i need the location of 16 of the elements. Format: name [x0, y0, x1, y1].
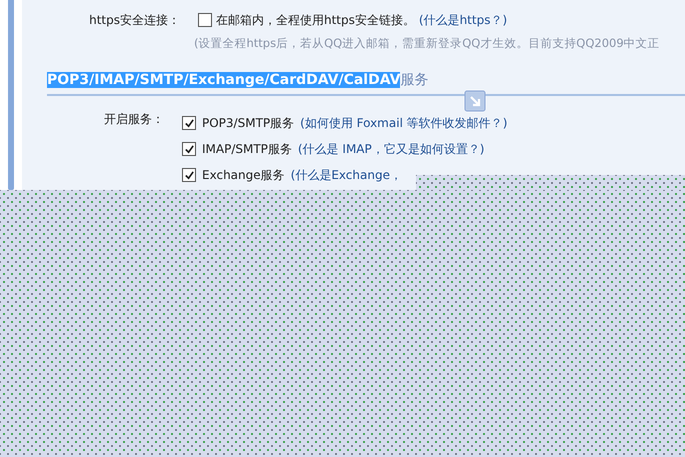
checkbox[interactable] — [198, 13, 212, 27]
option-label: IMAP/SMTP服务 — [202, 140, 292, 158]
field-label: https安全连接： — [88, 12, 181, 29]
help-link[interactable]: (什么是 IMAP，它又是如何设置？) — [298, 140, 484, 158]
checkbox[interactable] — [182, 168, 196, 182]
section-title-suffix: 服务 — [400, 72, 428, 88]
option-label: POP3/SMTP服务 — [202, 114, 294, 132]
help-link[interactable]: (如何使用 Foxmail 等软件收发邮件？) — [300, 114, 508, 132]
checkbox[interactable] — [182, 142, 196, 156]
hint-text: (设置全程https后，若从QQ进入邮箱，需重新登录QQ才生效。目前支持QQ2009中文正 — [194, 36, 660, 51]
help-link[interactable]: (什么是https？) — [418, 12, 508, 28]
checkbox[interactable] — [182, 116, 196, 130]
help-link[interactable]: (什么是Exchange， — [290, 166, 402, 184]
option-label: Exchange服务 — [202, 166, 285, 184]
option-label: 在邮箱内，全程使用https安全链接。 — [216, 12, 415, 28]
field-label: 开启服务： — [103, 111, 165, 128]
